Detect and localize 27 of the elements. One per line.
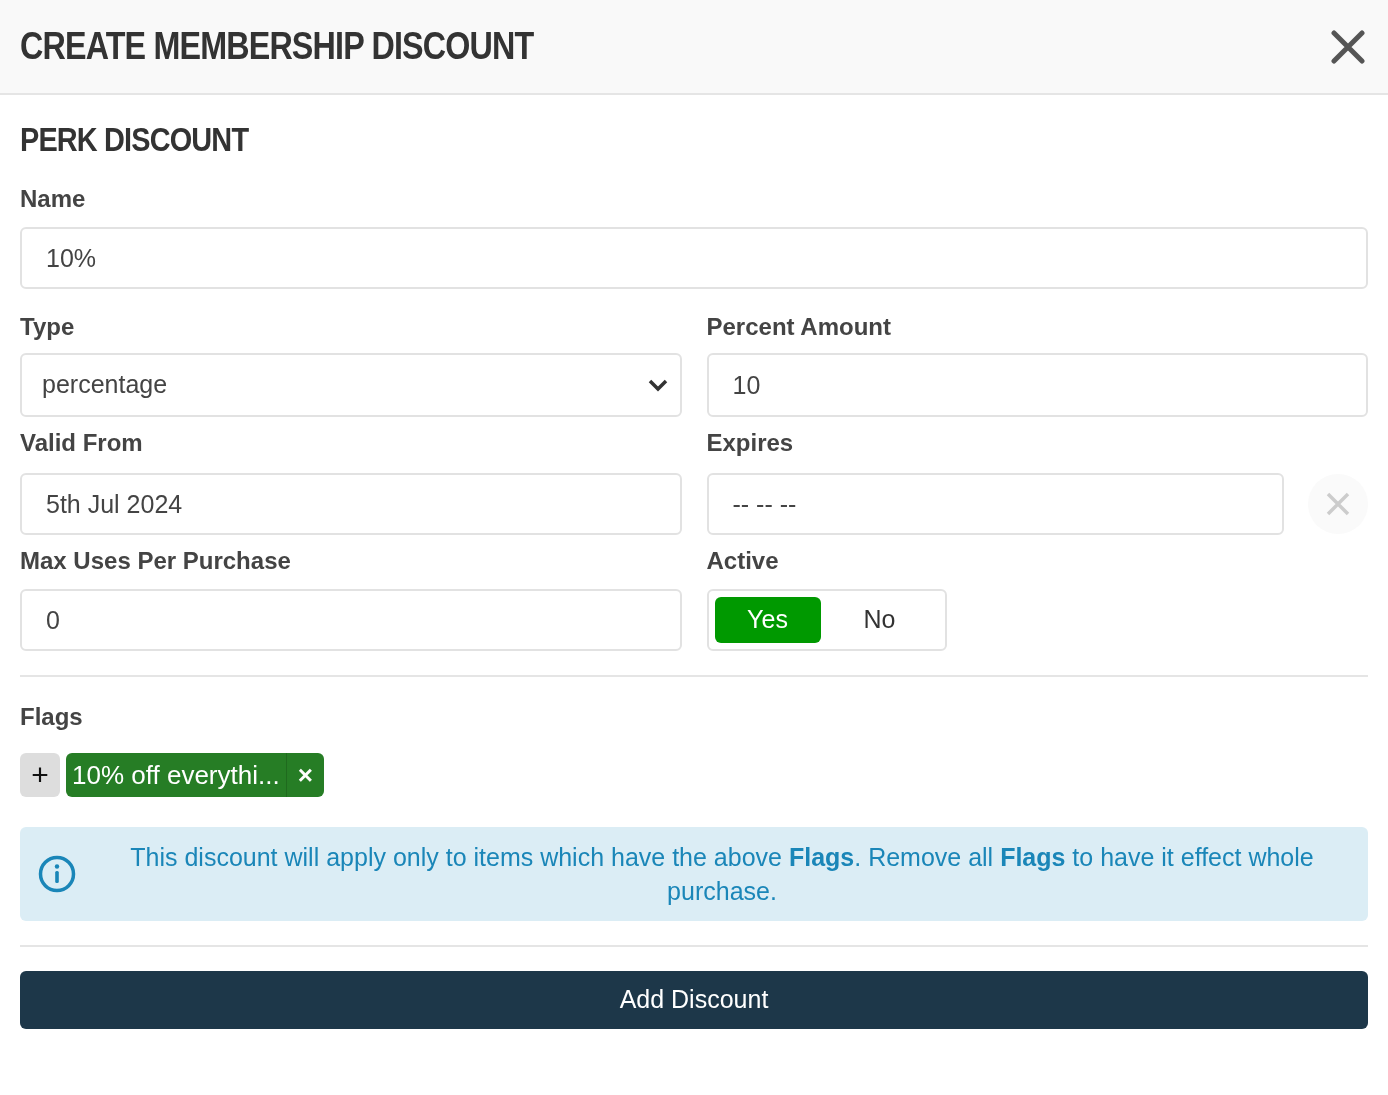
chevron-down-icon [647,378,668,392]
field-label: Percent Amount [706,312,892,342]
field-label: Valid From [20,428,144,458]
field-label: Type [20,312,76,342]
toggle-option[interactable]: No [820,597,939,643]
max-uses-input[interactable]: 0 [20,589,682,651]
info-message: This discount will apply only to items which have the above Flags. Remove all Flags to have it effect whole purchase. [129,842,1315,907]
field-label: Max Uses Per Purchase [20,546,292,576]
info-icon [38,855,76,893]
flag-label: 10% off everythi... [71,758,281,792]
modal-title: CREATE MEMBERSHIP DISCOUNT [20,24,534,69]
field-label: Active [706,546,780,576]
close-icon [1326,492,1350,516]
add-discount-button[interactable]: Add Discount [20,971,1368,1029]
type-select[interactable]: percentage [20,353,682,417]
add-flag-button[interactable]: + [20,753,60,797]
field-label: Expires [706,428,795,458]
expires-input[interactable]: -- -- -- [706,473,1284,535]
valid-from-input[interactable]: 5th Jul 2024 [20,473,682,535]
close-icon [1331,29,1365,64]
name-input[interactable]: 10% [20,227,1368,289]
field-label: Flags [20,702,84,732]
remove-flag-button[interactable]: × [285,753,324,797]
percent-amount-input[interactable]: 10 [706,353,1368,417]
toggle-option[interactable]: Yes [714,597,821,643]
section-title: PERK DISCOUNT [20,119,249,160]
field-label: Name [20,184,87,214]
